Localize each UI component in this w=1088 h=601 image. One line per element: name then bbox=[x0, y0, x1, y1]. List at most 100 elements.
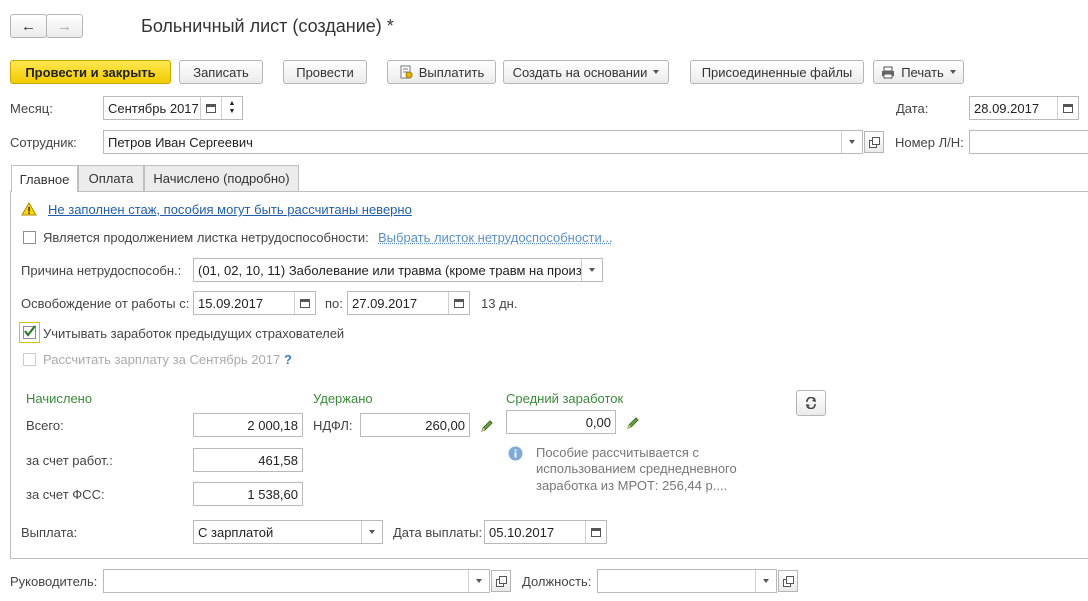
fss-value: 1 538,60 bbox=[247, 486, 298, 502]
manager-open-button[interactable] bbox=[491, 570, 511, 592]
payout-label: Выплата: bbox=[21, 525, 78, 540]
avg-earnings-header: Средний заработок bbox=[506, 391, 624, 406]
refresh-icon bbox=[806, 397, 816, 409]
print-button[interactable]: Печать bbox=[873, 60, 964, 84]
total-field: 2 000,18 bbox=[193, 413, 303, 437]
create-based-button[interactable]: Создать на основании bbox=[503, 60, 669, 84]
position-field[interactable] bbox=[597, 569, 777, 593]
employee-dropdown[interactable] bbox=[841, 131, 862, 153]
warning-link[interactable]: Не заполнен стаж, пособия могут быть рас… bbox=[48, 202, 412, 217]
info-text-line-2: использованием среднедневного bbox=[536, 461, 737, 476]
edit-avg-pencil-icon[interactable] bbox=[626, 416, 640, 430]
create-based-label: Создать на основании bbox=[512, 64, 648, 80]
pay-date-calendar-button[interactable] bbox=[585, 521, 606, 543]
pay-button[interactable]: Выплатить bbox=[387, 60, 496, 84]
accrued-header: Начислено bbox=[26, 391, 93, 406]
pay-date-field[interactable]: 05.10.2017 bbox=[484, 520, 607, 544]
position-label: Должность: bbox=[522, 574, 592, 589]
employer-label: за счет работ.: bbox=[26, 453, 113, 468]
reason-value: (01, 02, 10, 11) Заболевание или травма … bbox=[198, 262, 581, 278]
month-field[interactable]: Сентябрь 2017 ▲ ▼ bbox=[103, 96, 243, 120]
post-and-close-label: Провести и закрыть bbox=[25, 64, 156, 80]
date-calendar-button[interactable] bbox=[1057, 97, 1078, 119]
calendar-icon bbox=[300, 298, 310, 308]
calendar-button[interactable] bbox=[200, 97, 221, 119]
help-icon[interactable]: ? bbox=[284, 352, 292, 367]
continuation-checkbox[interactable] bbox=[23, 231, 36, 244]
release-from-value: 15.09.2017 bbox=[198, 295, 264, 311]
arrow-right-icon: → bbox=[57, 17, 72, 35]
employer-value: 461,58 bbox=[258, 452, 298, 468]
payout-select[interactable]: С зарплатой bbox=[193, 520, 383, 544]
position-open-button[interactable] bbox=[778, 570, 798, 592]
tab-payment[interactable]: Оплата bbox=[78, 165, 144, 191]
manager-dropdown[interactable] bbox=[468, 570, 489, 592]
attached-files-label: Присоединенные файлы bbox=[701, 64, 853, 80]
calendar-icon bbox=[206, 103, 216, 113]
refresh-button[interactable] bbox=[796, 390, 826, 416]
edit-ndfl-pencil-icon[interactable] bbox=[480, 419, 494, 433]
save-label: Записать bbox=[193, 64, 249, 80]
caret-down-icon bbox=[849, 140, 855, 144]
back-button[interactable]: ← bbox=[10, 14, 47, 38]
forward-button[interactable]: → bbox=[46, 14, 83, 38]
calc-salary-label: Рассчитать зарплату за Сентябрь 2017 bbox=[43, 352, 281, 367]
manager-field[interactable] bbox=[103, 569, 490, 593]
prev-insurers-checkbox[interactable] bbox=[23, 325, 36, 339]
post-button[interactable]: Провести bbox=[283, 60, 367, 84]
checkmark-icon bbox=[24, 325, 36, 337]
post-and-close-button[interactable]: Провести и закрыть bbox=[10, 60, 171, 84]
position-dropdown[interactable] bbox=[755, 570, 776, 592]
employee-open-button[interactable] bbox=[864, 131, 884, 153]
calendar-icon bbox=[1063, 103, 1073, 113]
release-to-value: 27.09.2017 bbox=[352, 295, 418, 311]
attached-files-button[interactable]: Присоединенные файлы bbox=[690, 60, 864, 84]
ndfl-field: 260,00 bbox=[360, 413, 470, 437]
month-spinner[interactable]: ▲ ▼ bbox=[221, 97, 242, 119]
caret-down-icon bbox=[949, 70, 956, 74]
tab-payment-label: Оплата bbox=[88, 171, 134, 186]
continuation-label: Является продолжением листка нетрудоспос… bbox=[43, 230, 369, 245]
info-icon bbox=[508, 446, 523, 461]
tab-active-underline-cover bbox=[12, 190, 77, 192]
number-field[interactable] bbox=[969, 130, 1088, 154]
caret-down-icon bbox=[763, 579, 769, 583]
save-button[interactable]: Записать bbox=[179, 60, 263, 84]
tab-accrued-detail-label: Начислено (подробно) bbox=[153, 171, 290, 186]
tab-main-label: Главное bbox=[19, 171, 70, 187]
info-text-line-3: заработка из МРОТ: 256,44 р.... bbox=[536, 478, 728, 493]
caret-down-icon bbox=[369, 530, 375, 534]
payout-dropdown[interactable] bbox=[361, 521, 382, 543]
date-field[interactable]: 28.09.2017 bbox=[969, 96, 1079, 120]
pay-label: Выплатить bbox=[418, 64, 485, 80]
release-from-field[interactable]: 15.09.2017 bbox=[193, 291, 316, 315]
tab-accrued-detail[interactable]: Начислено (подробно) bbox=[144, 165, 299, 191]
select-sick-leave-link[interactable]: Выбрать листок нетрудоспособности... bbox=[378, 230, 613, 245]
release-from-calendar-button[interactable] bbox=[294, 292, 315, 314]
calendar-icon bbox=[454, 298, 464, 308]
days-count: 13 дн. bbox=[481, 296, 518, 311]
reason-select[interactable]: (01, 02, 10, 11) Заболевание или травма … bbox=[193, 258, 603, 282]
total-label: Всего: bbox=[26, 418, 64, 433]
release-to-calendar-button[interactable] bbox=[448, 292, 469, 314]
page-title: Больничный лист (создание) * bbox=[141, 16, 394, 36]
pay-date-value: 05.10.2017 bbox=[489, 524, 555, 540]
to-label: по: bbox=[325, 296, 343, 311]
release-to-field[interactable]: 27.09.2017 bbox=[347, 291, 470, 315]
month-label: Месяц: bbox=[10, 101, 53, 116]
fss-field: 1 538,60 bbox=[193, 482, 303, 506]
tab-main[interactable]: Главное bbox=[11, 165, 78, 192]
avg-earnings-field: 0,00 bbox=[506, 410, 616, 434]
employee-field[interactable]: Петров Иван Сергеевич bbox=[103, 130, 863, 154]
employee-label: Сотрудник: bbox=[10, 135, 77, 150]
post-label: Провести bbox=[296, 64, 354, 80]
caret-down-icon bbox=[589, 268, 595, 272]
calendar-icon bbox=[591, 527, 601, 537]
prev-insurers-label: Учитывать заработок предыдущих страховат… bbox=[43, 326, 345, 341]
pay-date-label: Дата выплаты: bbox=[393, 525, 483, 540]
withheld-header: Удержано bbox=[313, 391, 373, 406]
tab-panel bbox=[10, 191, 1088, 559]
month-value: Сентябрь 2017 bbox=[108, 100, 199, 116]
reason-dropdown[interactable] bbox=[581, 259, 602, 281]
payment-doc-icon bbox=[400, 65, 413, 79]
